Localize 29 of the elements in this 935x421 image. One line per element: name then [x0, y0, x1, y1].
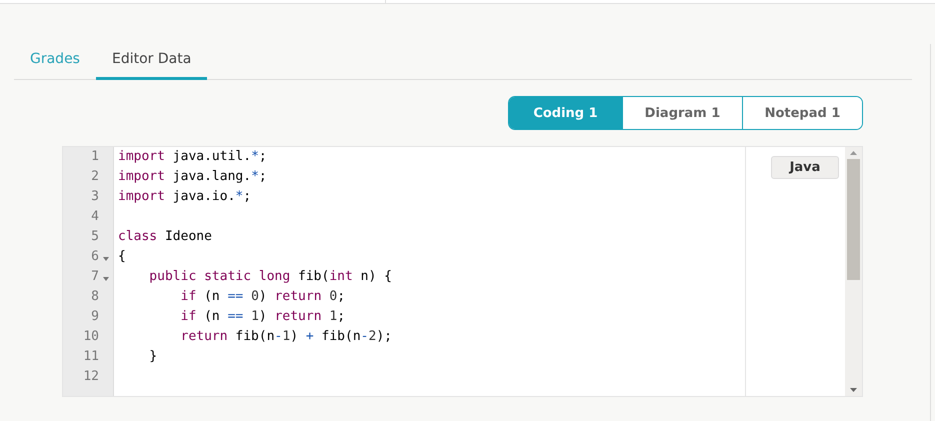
code-line: }: [148, 349, 158, 366]
line-number: 12: [83, 369, 99, 386]
line-number: 4: [91, 209, 99, 226]
language-button[interactable]: Java: [771, 156, 839, 179]
code-line: if (n == 1) return 1;: [180, 309, 346, 326]
code-line: import java.io.*;: [118, 189, 252, 206]
tab[interactable]: Editor Data: [96, 44, 208, 80]
scrollbar-thumb[interactable]: [847, 159, 860, 280]
line-number: 10: [83, 329, 99, 346]
line-number: 3: [91, 189, 99, 206]
fold-arrow-icon[interactable]: [103, 277, 109, 281]
code-line: public static long fib(int n) {: [148, 269, 392, 286]
code-line: import java.lang.*;: [118, 169, 267, 186]
code-line: class Ideone: [118, 229, 212, 246]
code-line: if (n == 0) return 0;: [180, 289, 346, 306]
line-number: 5: [91, 229, 99, 246]
view-tab[interactable]: Coding 1: [509, 97, 622, 129]
fold-arrow-icon[interactable]: [103, 257, 109, 261]
line-number: 6: [91, 249, 99, 266]
code-line: import java.util.*;: [118, 149, 267, 166]
code-line: return fib(n-1) + fib(n-2);: [180, 329, 392, 346]
line-number: 1: [91, 149, 99, 166]
code-line: {: [118, 249, 126, 266]
line-number: 8: [91, 289, 99, 306]
line-number: 7: [91, 269, 99, 286]
line-number: 9: [91, 309, 99, 326]
line-number: 2: [91, 169, 99, 186]
view-tab[interactable]: Notepad 1: [742, 97, 862, 129]
line-number: 11: [83, 349, 99, 366]
